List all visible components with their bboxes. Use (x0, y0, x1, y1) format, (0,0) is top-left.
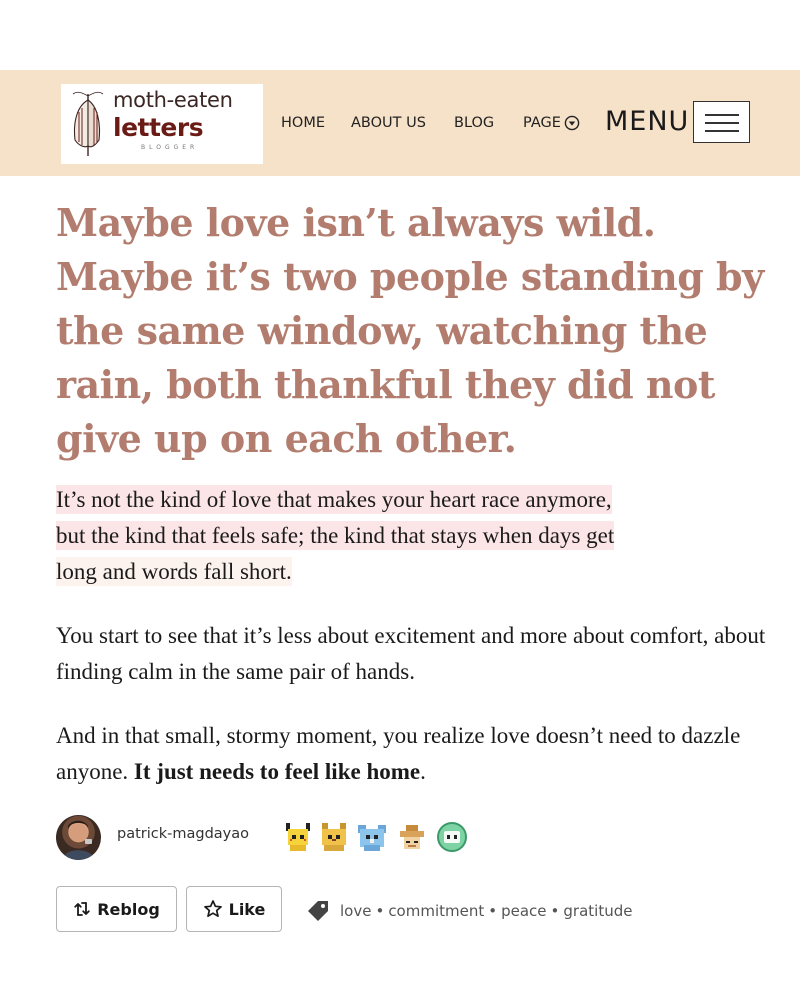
reblog-icon (74, 902, 90, 916)
like-button[interactable]: Like (186, 886, 282, 932)
nav-about-us[interactable]: ABOUT US (351, 115, 426, 131)
like-label: Like (228, 899, 266, 919)
tag-separator: • (375, 902, 385, 920)
cat-icon (322, 823, 346, 851)
site-logo[interactable]: moth-eaten letters BLOGGER (61, 84, 263, 164)
hamburger-menu-button[interactable] (693, 101, 750, 143)
bear-icon (358, 825, 386, 851)
hamburger-line (705, 122, 739, 124)
tag-separator: • (488, 902, 498, 920)
reblog-label: Reblog (97, 899, 160, 919)
nav-page-label: PAGE (523, 115, 561, 131)
tag-separator: • (550, 902, 560, 920)
robot-icon (437, 822, 467, 852)
tag-love[interactable]: love (340, 902, 371, 920)
dropdown-circle-icon (564, 115, 580, 131)
avatar-face-icon (62, 820, 95, 860)
post-paragraph-2: You start to see that it’s less about ex… (56, 623, 766, 684)
site-header: moth-eaten letters BLOGGER HOME ABOUT US… (0, 70, 800, 176)
bold-phrase: It just needs to feel like home (133, 759, 421, 784)
post-paragraph-3: And in that small, stormy moment, you re… (56, 718, 776, 790)
tag-gratitude[interactable]: gratitude (563, 902, 632, 920)
hat-icon (400, 825, 424, 849)
highlighted-line: It’s not the kind of love that makes you… (56, 485, 612, 514)
hamburger-line (705, 130, 739, 132)
logo-subtitle: BLOGGER (141, 144, 199, 151)
nav-blog[interactable]: BLOG (454, 115, 494, 131)
tag-commitment[interactable]: commitment (388, 902, 484, 920)
author-row: patrick-magdayao (56, 815, 556, 861)
menu-label: MENU (605, 106, 690, 137)
highlighted-line: long and words fall short. (56, 557, 292, 586)
tag-icon (308, 901, 328, 921)
tag-list: love • commitment • peace • gratitude (305, 898, 632, 924)
post-headline: Maybe love isn’t always wild. Maybe it’s… (56, 200, 764, 461)
star-icon (203, 900, 222, 918)
avatar[interactable] (56, 815, 101, 860)
reblog-button[interactable]: Reblog (56, 886, 177, 932)
paragraph-end: . (420, 759, 426, 784)
author-name[interactable]: patrick-magdayao (117, 826, 249, 842)
post-paragraph-1: It’s not the kind of love that makes you… (56, 482, 776, 590)
moth-icon (72, 91, 104, 156)
logo-title-line1: moth-eaten (113, 88, 233, 112)
highlighted-line: but the kind that feels safe; the kind t… (56, 521, 615, 550)
nav-home[interactable]: HOME (281, 115, 325, 131)
pikachu-icon (286, 823, 310, 851)
logo-title-line2: letters (113, 113, 204, 142)
hamburger-line (705, 114, 739, 116)
tag-peace[interactable]: peace (501, 902, 546, 920)
nav-page[interactable]: PAGE (523, 115, 580, 131)
